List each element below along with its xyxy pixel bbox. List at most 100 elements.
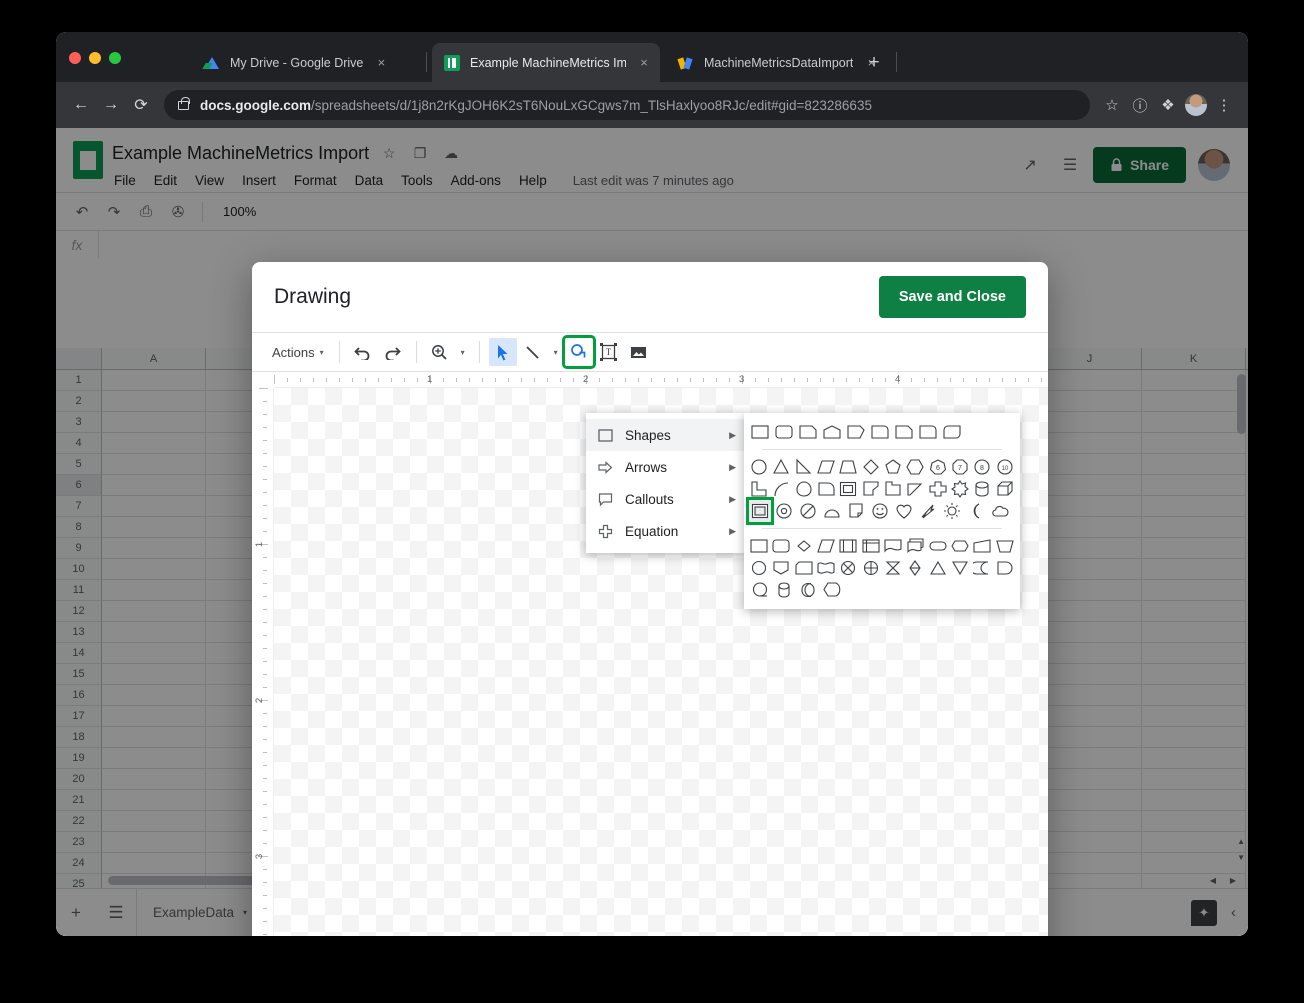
shape-alternate-process[interactable]	[771, 535, 791, 557]
shape-teardrop[interactable]	[794, 478, 814, 500]
cell-K8[interactable]	[1142, 517, 1246, 538]
cell-J4[interactable]	[1038, 433, 1142, 454]
cell-J10[interactable]	[1038, 559, 1142, 580]
column-header-K[interactable]: K	[1142, 348, 1246, 369]
shape-delay[interactable]	[995, 557, 1015, 579]
cell-J1[interactable]	[1038, 370, 1142, 391]
shape-cube[interactable]	[995, 478, 1015, 500]
menu-view[interactable]: View	[195, 173, 224, 188]
shape-diamond[interactable]	[861, 456, 881, 478]
shape-diagonal-stripe[interactable]	[905, 478, 925, 500]
shape-snip-round-corner[interactable]	[869, 421, 891, 443]
shape-triangle[interactable]	[771, 456, 791, 478]
cell-J24[interactable]	[1038, 853, 1142, 874]
cell-J23[interactable]	[1038, 832, 1142, 853]
paint-format-icon[interactable]: ✇	[164, 198, 192, 226]
vertical-scrollbar[interactable]	[1237, 374, 1246, 434]
cell-A6[interactable]	[102, 475, 206, 496]
shapes-menu-item-equation[interactable]: Equation ▶	[586, 515, 746, 547]
back-button[interactable]: ←	[66, 90, 96, 120]
cell-A23[interactable]	[102, 832, 206, 853]
shape-manual-input[interactable]	[972, 535, 992, 557]
shape-punched-tape[interactable]	[816, 557, 836, 579]
row-header-14[interactable]: 14	[56, 643, 102, 664]
shape-right-triangle[interactable]	[794, 456, 814, 478]
menu-insert[interactable]: Insert	[242, 173, 276, 188]
profile-avatar[interactable]	[1185, 94, 1207, 116]
cell-K24[interactable]	[1142, 853, 1246, 874]
add-sheet-button[interactable]: +	[56, 893, 96, 933]
cell-K20[interactable]	[1142, 769, 1246, 790]
row-header-7[interactable]: 7	[56, 496, 102, 517]
row-header-13[interactable]: 13	[56, 622, 102, 643]
cell-K4[interactable]	[1142, 433, 1246, 454]
shape-data[interactable]	[816, 535, 836, 557]
cell-A7[interactable]	[102, 496, 206, 517]
menu-data[interactable]: Data	[355, 173, 384, 188]
shape-sort[interactable]	[905, 557, 925, 579]
shape-connector[interactable]	[749, 557, 769, 579]
shape-snip-diagonal-corner[interactable]	[845, 421, 867, 443]
column-header-J[interactable]: J	[1038, 348, 1142, 369]
shape-sun[interactable]	[941, 500, 963, 522]
shape-document[interactable]	[883, 535, 903, 557]
shape-or-gate[interactable]	[861, 557, 881, 579]
cell-A1[interactable]	[102, 370, 206, 391]
cell-A18[interactable]	[102, 727, 206, 748]
shape-manual-operation[interactable]	[995, 535, 1015, 557]
shape-ellipse[interactable]	[749, 456, 769, 478]
row-header-2[interactable]: 2	[56, 391, 102, 412]
row-header-6[interactable]: 6	[56, 475, 102, 496]
shape-icon[interactable]	[561, 335, 596, 369]
cell-A19[interactable]	[102, 748, 206, 769]
cell-J9[interactable]	[1038, 538, 1142, 559]
row-header-17[interactable]: 17	[56, 706, 102, 727]
cell-K1[interactable]	[1142, 370, 1246, 391]
shape-rounded-rectangle[interactable]	[773, 421, 795, 443]
cell-J18[interactable]	[1038, 727, 1142, 748]
cell-J2[interactable]	[1038, 391, 1142, 412]
cell-J14[interactable]	[1038, 643, 1142, 664]
new-tab-button[interactable]: +	[864, 53, 884, 73]
text-box-icon[interactable]: T	[595, 338, 623, 366]
cell-K11[interactable]	[1142, 580, 1246, 601]
line-icon[interactable]	[519, 338, 547, 366]
close-tab-button[interactable]: ×	[636, 55, 652, 71]
cell-A21[interactable]	[102, 790, 206, 811]
shape-merge[interactable]	[950, 557, 970, 579]
cursor-icon[interactable]	[488, 338, 517, 366]
shape-moon[interactable]	[965, 500, 987, 522]
reload-button[interactable]: ⟳	[126, 90, 156, 120]
shape-trapezoid[interactable]	[838, 456, 858, 478]
explore-icon[interactable]: ✦	[1191, 899, 1217, 926]
cell-A17[interactable]	[102, 706, 206, 727]
cell-K23[interactable]	[1142, 832, 1246, 853]
shape-folder-corner[interactable]	[883, 478, 903, 500]
info-icon[interactable]: ⓘ	[1126, 91, 1154, 119]
cell-K13[interactable]	[1142, 622, 1246, 643]
shape-off-page-connector[interactable]	[771, 557, 791, 579]
browser-tab-sheets[interactable]: Example MachineMetrics Impor ×	[432, 43, 660, 82]
row-header-4[interactable]: 4	[56, 433, 102, 454]
all-sheets-button[interactable]: ☰	[96, 893, 136, 933]
redo-icon[interactable]	[379, 338, 407, 366]
star-icon[interactable]: ☆	[378, 142, 400, 164]
zoom-icon[interactable]	[426, 338, 454, 366]
select-all-corner[interactable]	[56, 348, 102, 369]
comment-icon[interactable]: ☰	[1053, 148, 1087, 182]
shape-rectangle[interactable]	[749, 421, 771, 443]
shape-sequential-access[interactable]	[749, 579, 771, 601]
shape-parallelogram[interactable]	[816, 456, 836, 478]
shape-quarter-circle[interactable]	[816, 478, 836, 500]
cell-A5[interactable]	[102, 454, 206, 475]
account-avatar[interactable]	[1198, 149, 1230, 181]
scroll-right-arrow[interactable]: ▶	[1230, 876, 1236, 885]
collapse-icon[interactable]: ‹	[1231, 904, 1236, 921]
cell-J13[interactable]	[1038, 622, 1142, 643]
cell-J20[interactable]	[1038, 769, 1142, 790]
shapes-menu-item-arrows[interactable]: Arrows ▶	[586, 451, 746, 483]
cell-A2[interactable]	[102, 391, 206, 412]
shape-l-shape[interactable]	[749, 478, 769, 500]
shape-internal-storage[interactable]	[861, 535, 881, 557]
address-bar[interactable]: docs.google.com/spreadsheets/d/1j8n2rKgJ…	[164, 90, 1090, 120]
